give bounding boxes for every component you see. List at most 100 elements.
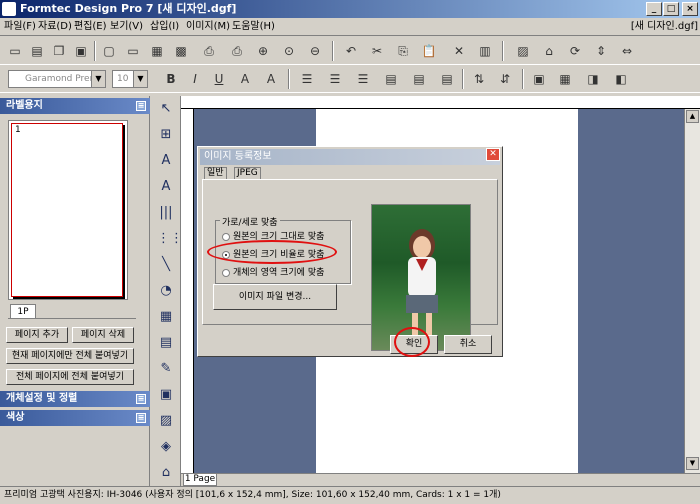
radio-circle: [222, 232, 230, 241]
size-combo[interactable]: 10 ▼: [112, 70, 148, 88]
barcode-icon[interactable]: |||: [157, 204, 175, 222]
copy-icon[interactable]: ⎘: [394, 42, 412, 60]
align-top-icon[interactable]: ▤: [382, 70, 400, 88]
zoom-fit-icon[interactable]: ⊙: [280, 42, 298, 60]
flip-v-icon[interactable]: ⇕: [592, 42, 610, 60]
align-right-icon[interactable]: ☰: [354, 70, 372, 88]
change-image-button[interactable]: 이미지 파일 변경...: [213, 284, 337, 310]
label-sheet: [11, 123, 123, 297]
collapse-icon[interactable]: ≡: [136, 413, 146, 423]
vertical-scrollbar[interactable]: ▲ ▼: [684, 109, 700, 473]
text-frame-icon[interactable]: A: [157, 178, 175, 196]
scroll-down-icon[interactable]: ▼: [686, 457, 699, 470]
menu-image[interactable]: 이미지(M): [186, 18, 230, 36]
picture-icon[interactable]: ▨: [157, 412, 175, 430]
cut-icon[interactable]: ✂: [368, 42, 386, 60]
radio-fit-area[interactable]: 개체의 영역 크기에 맞춤: [222, 265, 324, 278]
line-icon[interactable]: ╲: [157, 256, 175, 274]
page-tab[interactable]: 1 Page: [183, 474, 217, 486]
page-thumb-tab[interactable]: 1P: [10, 304, 36, 318]
align-center-icon[interactable]: ☰: [326, 70, 344, 88]
scroll-up-icon[interactable]: ▲: [686, 110, 699, 123]
flip-h-icon[interactable]: ⇔: [618, 42, 636, 60]
font-color-icon[interactable]: A: [236, 70, 254, 88]
barcode2-icon[interactable]: ⋮⋮: [157, 230, 183, 248]
close-button[interactable]: ×: [682, 2, 698, 16]
minimize-button[interactable]: _: [646, 2, 662, 16]
delete-icon[interactable]: ✕: [450, 42, 468, 60]
print-icon[interactable]: ⎙: [200, 42, 218, 60]
label-preview[interactable]: 1: [8, 120, 128, 300]
pointer-icon[interactable]: ↖: [157, 100, 175, 118]
back-icon[interactable]: ◧: [612, 70, 630, 88]
clipart-icon[interactable]: ✎: [157, 360, 175, 378]
sample-icon[interactable]: ▩: [172, 42, 190, 60]
image-tool-icon[interactable]: ▣: [157, 386, 175, 404]
panel-header-label[interactable]: 라벨용지 ≡: [0, 98, 150, 114]
window-icon[interactable]: ▭: [124, 42, 142, 60]
rotate-icon[interactable]: ⟳: [566, 42, 584, 60]
menu-edit[interactable]: 편집(E): [74, 18, 107, 36]
panel-header-color[interactable]: 색상 ≡: [0, 410, 150, 426]
align-left-icon[interactable]: ☰: [298, 70, 316, 88]
map-icon[interactable]: ⌂: [157, 464, 175, 482]
tab-panel: 가로/세로 맞춤 원본의 크기 그대로 맞춤 원본의 크기 비율로 맞춤 개체의…: [202, 179, 498, 351]
add-page-button[interactable]: 페이지 추가: [6, 327, 68, 343]
collapse-icon[interactable]: ≡: [136, 101, 146, 111]
tab-divider: [8, 318, 136, 320]
menu-data[interactable]: 자료(D): [38, 18, 72, 36]
print-preview-icon[interactable]: ⎙: [228, 42, 246, 60]
text-shade-icon[interactable]: A: [262, 70, 280, 88]
paste-all-button[interactable]: 전체 페이지에 전체 붙여넣기: [6, 369, 134, 385]
delete-page-button[interactable]: 페이지 삭제: [72, 327, 134, 343]
menu-file[interactable]: 파일(F): [4, 18, 36, 36]
copy-doc-icon[interactable]: ❐: [50, 42, 68, 60]
dialog-close-icon[interactable]: ✕: [486, 148, 500, 161]
undo-icon[interactable]: ↶: [342, 42, 360, 60]
italic-icon[interactable]: I: [186, 70, 204, 88]
maximize-button[interactable]: □: [663, 2, 679, 16]
line-spacing-icon[interactable]: ⇵: [496, 70, 514, 88]
object-icon[interactable]: ▣: [530, 70, 548, 88]
select-area-icon[interactable]: ⊞: [157, 126, 175, 144]
spacing-icon[interactable]: ⇅: [470, 70, 488, 88]
bold-icon[interactable]: B: [162, 70, 180, 88]
tab-jpeg[interactable]: JPEG: [234, 167, 261, 179]
underline-icon[interactable]: U: [210, 70, 228, 88]
new-icon[interactable]: ▤: [28, 42, 46, 60]
menu-help[interactable]: 도움말(H): [232, 18, 275, 36]
title-bar: Formtec Design Pro 7 [새 디자인.dgf] _ □ ×: [0, 0, 700, 18]
menu-view[interactable]: 보기(V): [110, 18, 143, 36]
text-icon[interactable]: A: [157, 152, 175, 170]
select-all-icon[interactable]: ▥: [476, 42, 494, 60]
paste-icon[interactable]: 📋: [420, 42, 438, 60]
tab-general[interactable]: 일반: [204, 167, 227, 179]
paste-doc-icon[interactable]: ▣: [72, 42, 90, 60]
main-toolbar: ▭ ▤ ❐ ▣ ▢ ▭ ▦ ▩ ⎙ ⎙ ⊕ ⊙ ⊖ ↶ ✂ ⎘ 📋 ✕ ▥ ▨ …: [0, 37, 700, 65]
layout-icon[interactable]: ▦: [148, 42, 166, 60]
shape-icon[interactable]: ◔: [157, 282, 175, 300]
group-icon[interactable]: ▦: [556, 70, 574, 88]
photo-icon[interactable]: ◈: [157, 438, 175, 456]
open-icon[interactable]: ▢: [100, 42, 118, 60]
table-icon[interactable]: ▦: [157, 308, 175, 326]
dialog-title: 이미지 등록정보: [204, 151, 272, 162]
home-icon[interactable]: ⌂: [540, 42, 558, 60]
collapse-icon[interactable]: ≡: [136, 394, 146, 404]
zoom-out-icon[interactable]: ⊖: [306, 42, 324, 60]
font-combo[interactable]: Garamond Premr ▼: [8, 70, 106, 88]
align-middle-icon[interactable]: ▤: [410, 70, 428, 88]
panel-header-align[interactable]: 개체설정 및 정렬 ≡: [0, 391, 150, 407]
gradient-icon[interactable]: ▤: [157, 334, 175, 352]
cancel-button[interactable]: 취소: [444, 335, 492, 354]
zoom-in-icon[interactable]: ⊕: [254, 42, 272, 60]
new-doc-icon[interactable]: ▭: [6, 42, 24, 60]
paste-current-button[interactable]: 현재 페이지에만 전체 붙여넣기: [6, 348, 134, 364]
image-properties-dialog: 이미지 등록정보 ✕ 일반 JPEG 가로/세로 맞춤 원본의 크기 그대로 맞…: [197, 146, 503, 357]
image-icon[interactable]: ▨: [514, 42, 532, 60]
size-value: 10: [117, 74, 129, 84]
align-bottom-icon[interactable]: ▤: [438, 70, 456, 88]
front-icon[interactable]: ◨: [584, 70, 602, 88]
menu-insert[interactable]: 삽입(I): [150, 18, 179, 36]
chevron-down-icon: ▼: [133, 71, 147, 87]
